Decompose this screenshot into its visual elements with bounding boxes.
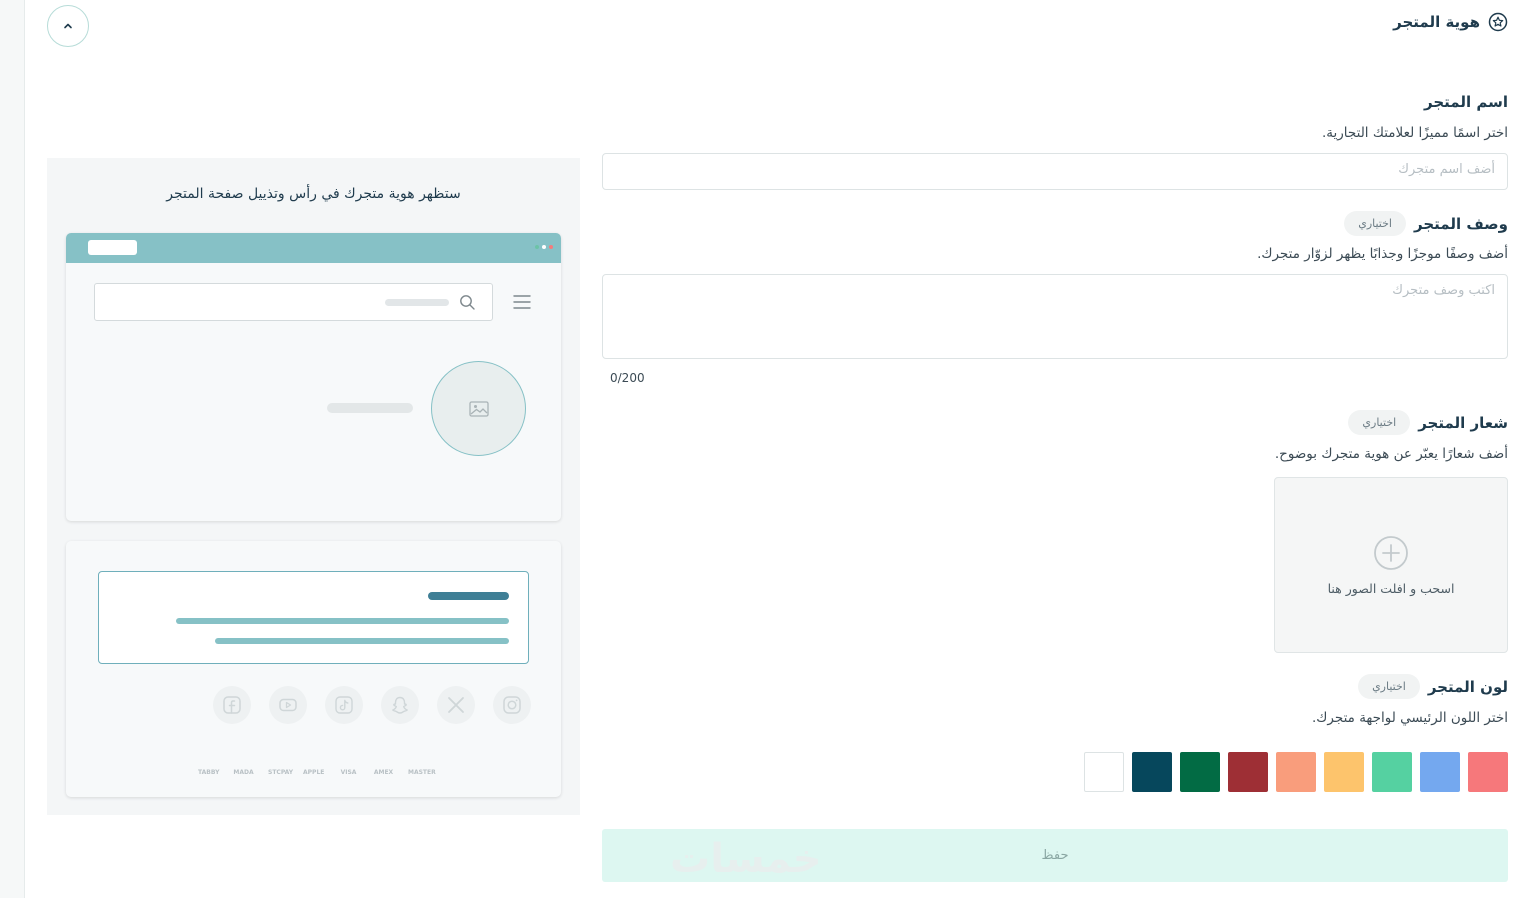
left-rail [0, 0, 25, 898]
search-icon [460, 295, 475, 310]
store-name-label: اسم المتجر [1424, 93, 1508, 111]
instagram-icon [493, 686, 531, 724]
payment-mark: VISA [340, 769, 357, 776]
mock-social-icons [213, 686, 531, 724]
preview-header-mock [66, 233, 561, 521]
payment-mark: TABBY [198, 769, 220, 776]
mock-card-text-line [215, 638, 509, 644]
store-description-label: وصف المتجر [1414, 214, 1508, 233]
store-logo-label-row: شعار المتجر اختياري [1348, 410, 1508, 435]
char-counter: 0/200 [610, 371, 645, 385]
mock-card-text-line [176, 618, 509, 624]
color-swatch[interactable] [1324, 752, 1364, 792]
tiktok-icon [325, 686, 363, 724]
payment-mark: MASTER [408, 769, 436, 776]
facebook-icon [213, 686, 251, 724]
preview-footer-mock: TABBY MADA STCPAY APPLE VISA AMEX MASTER [66, 541, 561, 797]
store-name-input[interactable]: أضف اسم متجرك [602, 153, 1508, 190]
store-logo-help: أضف شعارًا يعبّر عن هوية متجرك بوضوح. [1274, 446, 1508, 462]
mock-search-placeholder [385, 299, 449, 306]
store-color-help: اختر اللون الرئيسي لواجهة متجرك. [1312, 710, 1508, 726]
color-swatch[interactable] [1228, 752, 1268, 792]
x-icon [437, 686, 475, 724]
payment-mark: AMEX [373, 769, 394, 776]
logo-dropzone[interactable]: اسحب و افلت الصور هنا [1274, 477, 1508, 653]
section-title: هوية المتجر [1393, 13, 1480, 31]
hamburger-menu-icon [513, 295, 531, 309]
snapchat-icon [381, 686, 419, 724]
mock-tab [88, 240, 137, 255]
youtube-icon [269, 686, 307, 724]
color-swatch[interactable] [1420, 752, 1460, 792]
mock-description-card [98, 571, 529, 664]
section-header: هوية المتجر [1393, 12, 1508, 32]
color-swatch[interactable] [1468, 752, 1508, 792]
payment-mark: APPLE [303, 769, 325, 776]
mock-logo-placeholder [431, 361, 526, 456]
mock-browser-bar [66, 233, 561, 263]
store-preview-panel: ستظهر هوية متجرك في رأس وتذييل صفحة المت… [47, 158, 580, 815]
mock-store-name-placeholder [327, 403, 413, 413]
store-color-label: لون المتجر [1427, 677, 1508, 696]
store-name-label-row: اسم المتجر [1424, 93, 1508, 111]
store-name-help: اختر اسمًا مميزًا لعلامتك التجارية. [1321, 125, 1508, 141]
mock-card-title-line [428, 592, 509, 600]
store-description-label-row: وصف المتجر اختياري [1344, 211, 1508, 236]
mock-payment-marks: TABBY MADA STCPAY APPLE VISA AMEX MASTER [198, 769, 436, 776]
payment-mark: STCPAY [268, 769, 294, 776]
preview-title: ستظهر هوية متجرك في رأس وتذييل صفحة المت… [166, 186, 461, 202]
collapse-section-button[interactable] [47, 5, 89, 47]
optional-badge: اختياري [1348, 410, 1411, 435]
color-swatch[interactable] [1084, 752, 1124, 792]
chevron-up-icon [64, 23, 72, 29]
optional-badge: اختياري [1344, 211, 1406, 236]
mock-window-dots [535, 245, 553, 249]
payment-mark: MADA [233, 769, 254, 776]
store-description-help: أضف وصفًا موجزًا وجذابًا يظهر لزوّار متج… [1257, 246, 1508, 262]
store-logo-label: شعار المتجر [1418, 413, 1508, 432]
mock-search-bar [94, 283, 493, 321]
badge-star-icon [1488, 12, 1508, 32]
color-swatch[interactable] [1132, 752, 1172, 792]
color-swatches [1084, 752, 1508, 792]
color-swatch[interactable] [1372, 752, 1412, 792]
store-color-label-row: لون المتجر اختياري [1358, 674, 1508, 699]
color-swatch[interactable] [1180, 752, 1220, 792]
dropzone-text: اسحب و افلت الصور هنا [1327, 580, 1455, 596]
image-icon [468, 400, 489, 417]
color-swatch[interactable] [1276, 752, 1316, 792]
plus-circle-icon [1374, 535, 1408, 570]
save-button[interactable]: حفظ [602, 829, 1508, 882]
optional-badge: اختياري [1358, 674, 1420, 699]
store-description-textarea[interactable]: اكتب وصف متجرك [602, 274, 1508, 359]
